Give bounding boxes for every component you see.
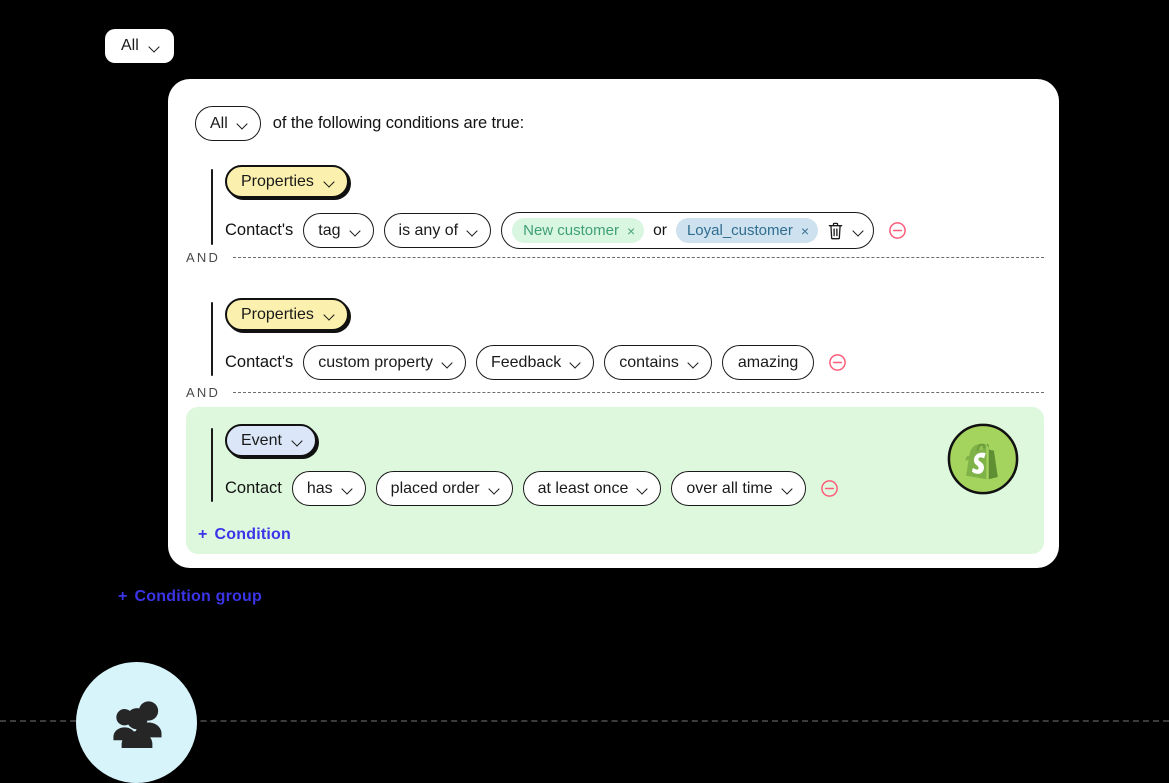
chevron-down-icon [467,227,478,234]
condition-controls: Contact has placed order at least once o… [225,471,1025,506]
event-select[interactable]: placed order [375,471,513,506]
plus-icon: + [198,526,208,543]
custom-property-label: Feedback [490,353,562,371]
chevron-down-icon [688,359,699,366]
add-condition-group-link[interactable]: + Condition group [118,588,262,606]
separator-line [233,257,1044,258]
verb-select-label: has [306,479,333,497]
condition-row-1: Properties Contact's tag is any of New c… [195,165,1035,249]
operator-select-label: is any of [398,221,459,239]
condition-subject: Contact [225,479,282,497]
chevron-down-icon [442,359,453,366]
property-select-label: tag [318,221,341,239]
condition-type-badge-event[interactable]: Event [225,424,317,457]
condition-controls: Contact's custom property Feedback conta… [225,345,1035,380]
top-match-type-select[interactable]: All [105,29,174,63]
card-header: All of the following conditions are true… [195,106,524,141]
screen-root: All All of the following conditions are … [0,0,1169,783]
tag-chip-new-customer[interactable]: New customer × [512,218,645,243]
audience-avatar [76,662,197,783]
condition-subject: Contact's [225,353,294,371]
timeframe-select[interactable]: over all time [671,471,806,506]
condition-type-badge-properties[interactable]: Properties [225,165,349,198]
event-select-label: placed order [390,479,480,497]
chevron-down-icon [237,120,248,127]
operator-select-label: contains [619,353,679,371]
shopify-icon [946,422,1020,496]
verb-select[interactable]: has [291,471,366,506]
chevron-down-icon [570,359,581,366]
tag-joiner: or [653,221,667,239]
condition-accent-bar [211,428,213,502]
add-condition-label: Condition [214,526,291,543]
condition-row-3: Event Contact has placed order at least … [195,424,1025,506]
chevron-down-icon [342,485,353,492]
trash-icon[interactable] [827,222,844,240]
chevron-down-icon [637,485,648,492]
top-match-type-label: All [121,37,139,54]
people-group-icon [112,700,162,748]
condition-accent-bar [211,169,213,245]
property-select[interactable]: custom property [303,345,466,380]
condition-type-badge-properties[interactable]: Properties [225,298,349,331]
match-type-select[interactable]: All [195,106,261,141]
remove-condition-icon[interactable] [828,353,847,372]
header-description: of the following conditions are true: [272,114,525,132]
frequency-select-label: at least once [537,479,629,497]
match-type-label: All [210,114,228,132]
timeframe-select-label: over all time [686,479,773,497]
separator-label: AND [186,385,221,400]
property-select-label: custom property [318,353,433,371]
chevron-down-icon[interactable] [853,227,864,234]
separator-label: AND [186,250,221,265]
operator-select[interactable]: is any of [383,213,492,248]
condition-controls: Contact's tag is any of New customer × o… [225,212,1035,249]
chevron-down-icon [350,227,361,234]
condition-row-3-panel: Event Contact has placed order at least … [186,407,1044,554]
condition-type-label: Event [241,431,282,449]
condition-accent-bar [211,302,213,376]
tag-chip-label: New customer [523,222,619,239]
frequency-select[interactable]: at least once [522,471,662,506]
tag-remove-icon[interactable]: × [627,224,635,238]
condition-type-label: Properties [241,305,314,323]
chevron-down-icon [782,485,793,492]
remove-condition-icon[interactable] [888,221,907,240]
operator-select[interactable]: contains [604,345,712,380]
separator-line [233,392,1044,393]
condition-row-2: Properties Contact's custom property Fee… [195,298,1035,380]
value-input-text: amazing [737,353,799,371]
plus-icon: + [118,588,128,605]
custom-property-select[interactable]: Feedback [475,345,595,380]
chevron-down-icon [292,437,303,444]
chevron-down-icon [149,43,160,50]
tag-chip-loyal-customer[interactable]: Loyal_customer × [675,218,819,243]
remove-condition-icon[interactable] [820,479,839,498]
chevron-down-icon [324,178,335,185]
value-input[interactable]: amazing [721,345,815,380]
tag-value-field[interactable]: New customer × or Loyal_customer × [501,212,875,249]
condition-separator-1: AND [186,250,1044,265]
condition-subject: Contact's [225,221,294,239]
add-condition-group-label: Condition group [134,588,262,605]
condition-type-label: Properties [241,172,314,190]
property-select[interactable]: tag [303,213,374,248]
condition-separator-2: AND [186,385,1044,400]
chevron-down-icon [489,485,500,492]
tag-chip-label: Loyal_customer [686,222,793,239]
chevron-down-icon [324,311,335,318]
condition-group-card: All of the following conditions are true… [168,79,1059,568]
add-condition-link[interactable]: + Condition [198,526,291,544]
tag-remove-icon[interactable]: × [801,224,809,238]
